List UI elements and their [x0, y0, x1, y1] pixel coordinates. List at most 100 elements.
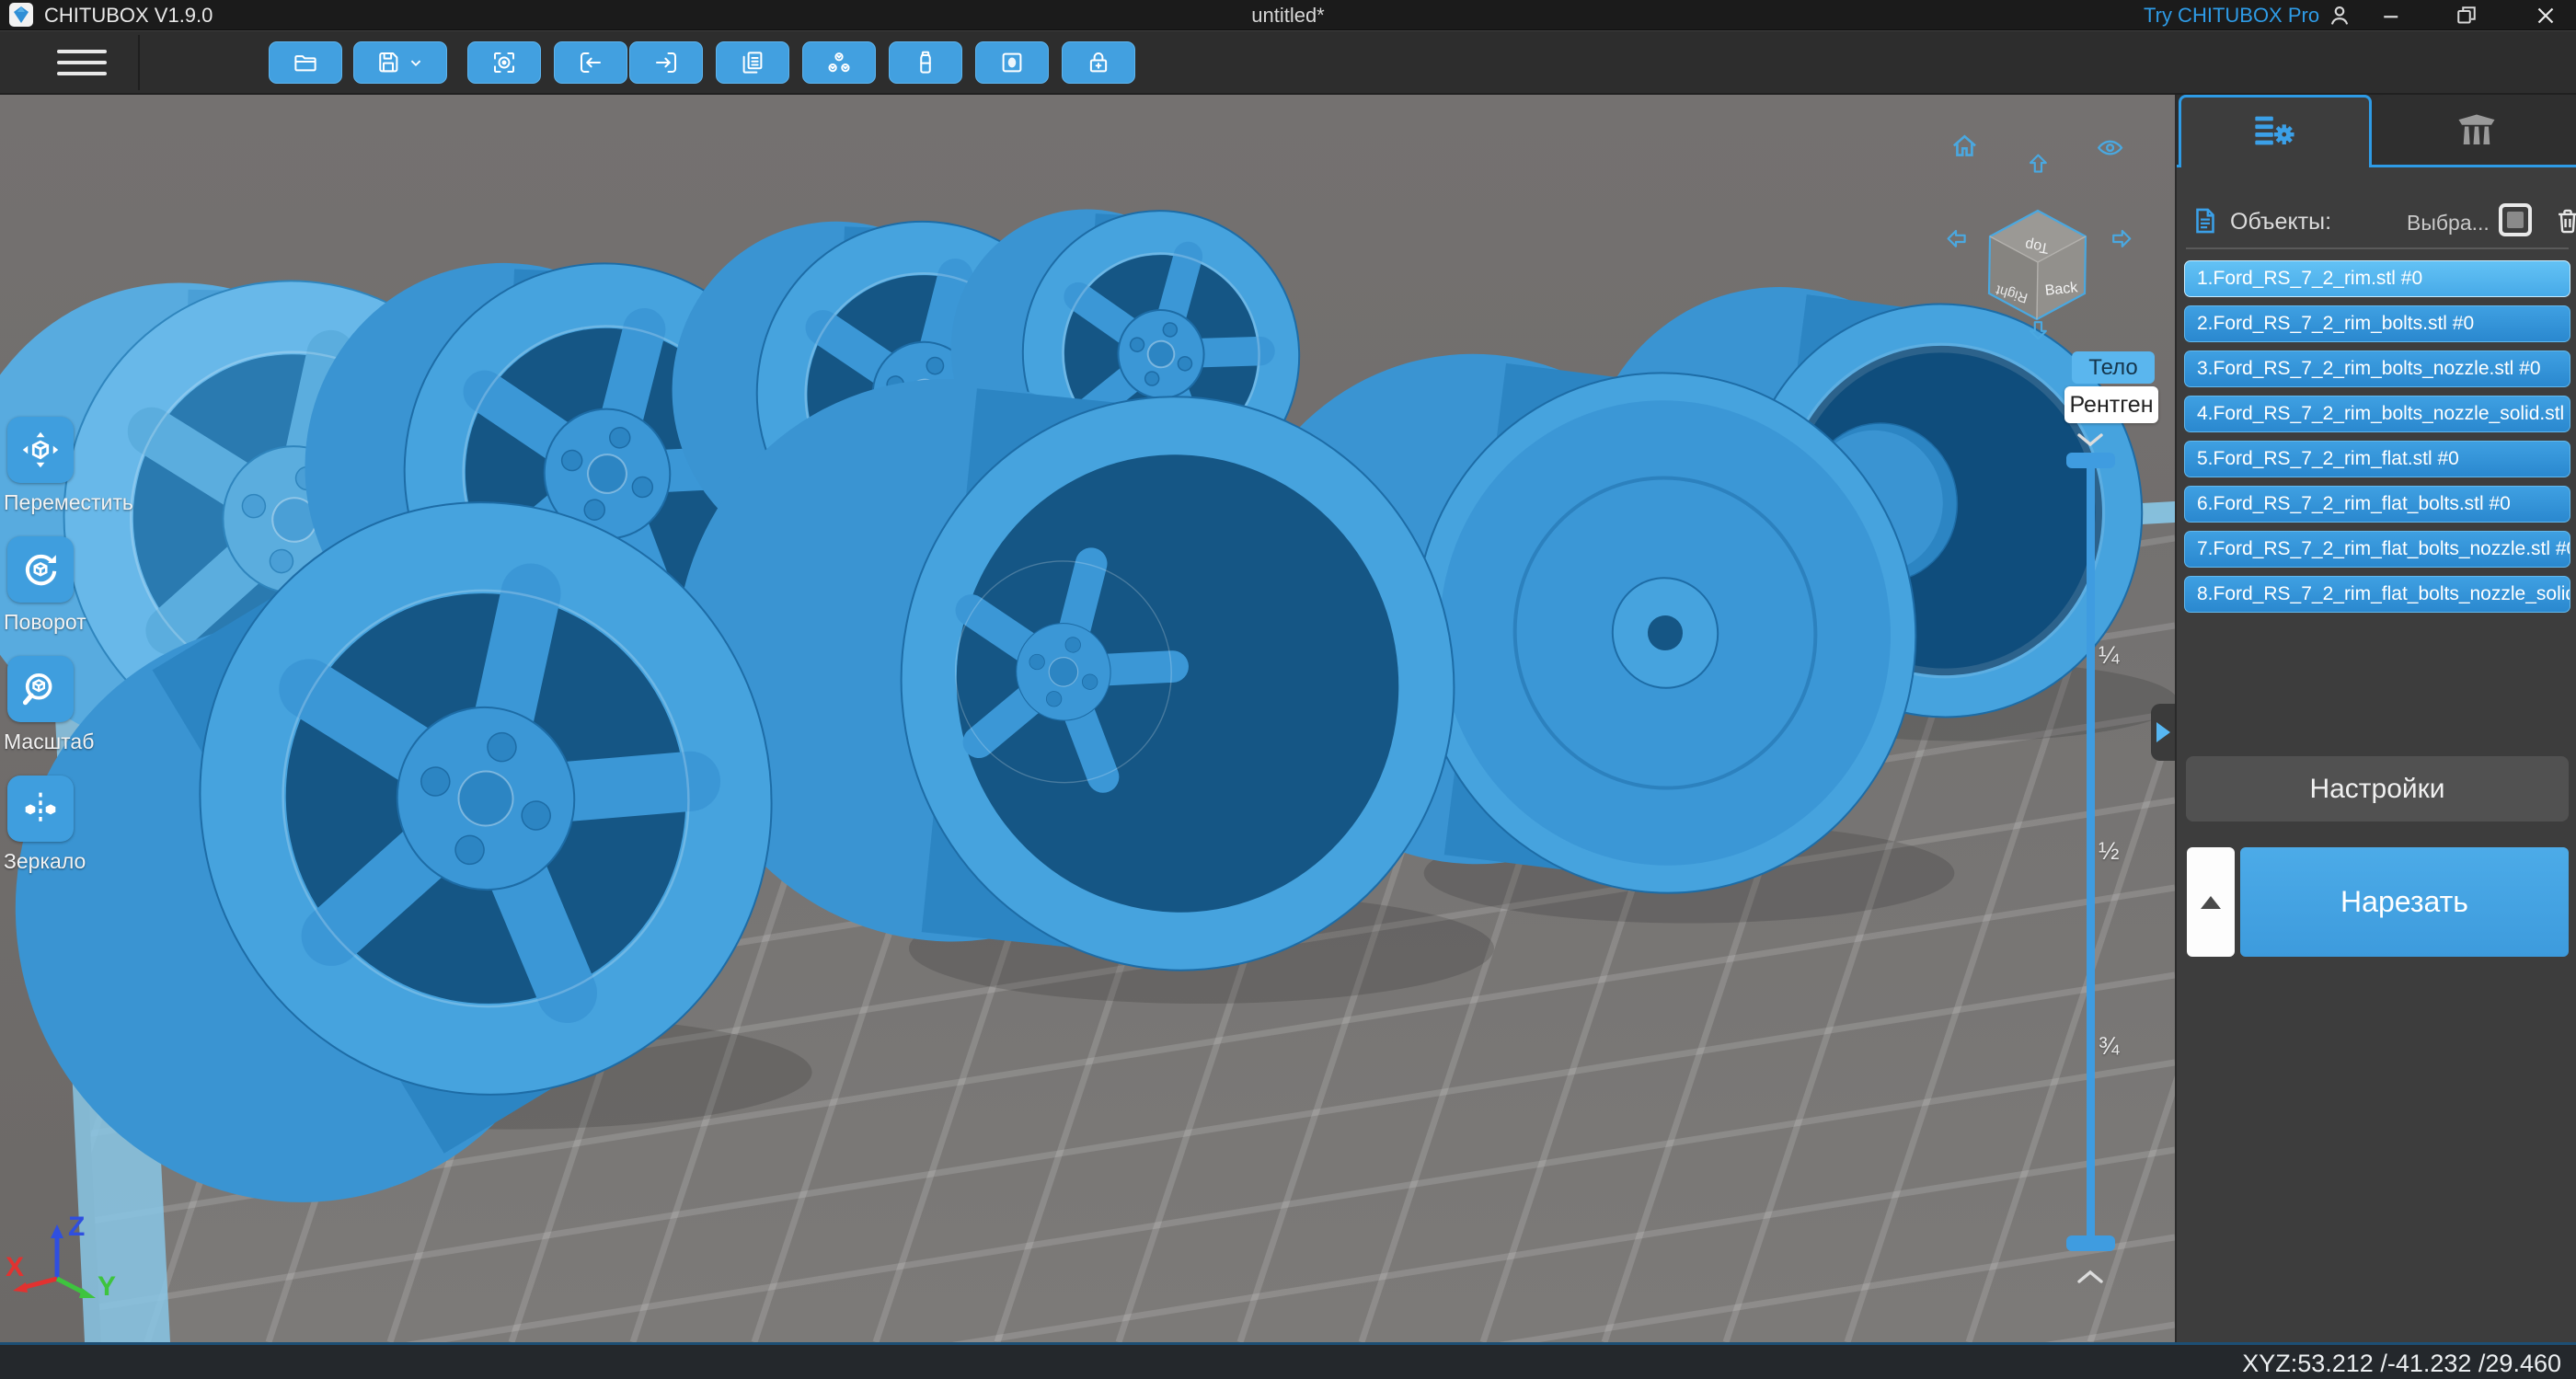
open-file-icon	[294, 55, 316, 72]
chevron-right-icon	[2156, 722, 2170, 742]
toolbar-button-resin-bottle[interactable]	[889, 41, 962, 84]
tab-print-settings[interactable]	[2179, 95, 2372, 167]
slider-mark-quarter: ¼	[2099, 641, 2120, 669]
toolbar-button-save[interactable]	[353, 41, 447, 84]
slider-mark-three-quarter: ¾	[2099, 1032, 2120, 1060]
checkbox-fill	[2507, 212, 2524, 228]
cursor-coordinates: XYZ:53.212 /-41.232 /29.460	[2242, 1350, 2561, 1377]
account-icon[interactable]	[2326, 2, 2353, 29]
tool-rotate: Поворот	[4, 536, 142, 635]
toolbar-button-undo[interactable]	[554, 41, 627, 84]
axis-label-y: Y	[98, 1271, 116, 1302]
menu-hamburger-icon[interactable]	[57, 42, 107, 79]
tab-supports[interactable]	[2375, 95, 2576, 165]
objects-header: Объекты: Выбра...	[2177, 198, 2576, 246]
tool-label: Поворот	[4, 610, 86, 634]
object-list-item[interactable]: 1.Ford_RS_7_2_rim.stl #0	[2184, 260, 2570, 297]
rotate-down-arrow-icon[interactable]	[2029, 321, 2047, 340]
delete-trash-icon[interactable]	[2552, 205, 2576, 236]
object-list-item[interactable]: 3.Ford_RS_7_2_rim_bolts_nozzle.stl #0	[2184, 350, 2570, 387]
axis-label-z: Z	[68, 1212, 85, 1242]
mirror-icon	[25, 792, 56, 825]
slider-step-up-icon[interactable]	[2076, 430, 2105, 450]
app-title: CHITUBOX V1.9.0	[44, 4, 213, 27]
view-cube-widget[interactable]: Top Right Back	[1941, 128, 2138, 345]
auto-layout-icon	[828, 52, 850, 73]
document-icon	[2196, 208, 2214, 234]
settings-list-icon	[2255, 116, 2294, 145]
redo-icon	[656, 52, 676, 73]
object-list-item[interactable]: 8.Ford_RS_7_2_rim_flat_bolts_nozzle_soli…	[2184, 576, 2570, 613]
toolbar-button-redo[interactable]	[629, 41, 703, 84]
tool-move: Переместить	[4, 417, 142, 515]
object-list-item[interactable]: 4.Ford_RS_7_2_rim_bolts_nozzle_solid.stl…	[2184, 396, 2570, 432]
render-mode-body-button[interactable]: Тело	[2072, 351, 2155, 384]
object-list-item[interactable]: 6.Ford_RS_7_2_rim_flat_bolts.stl #0	[2184, 486, 2570, 523]
toolbar-divider	[138, 35, 140, 90]
chevron-down-icon[interactable]	[406, 52, 426, 73]
lock-icon	[1089, 52, 1108, 73]
tank-icon	[1002, 52, 1022, 73]
toolbar-button-auto-layout[interactable]	[802, 41, 876, 84]
resin-bottle-icon	[920, 51, 931, 74]
object-list: 1.Ford_RS_7_2_rim.stl #0 2.Ford_RS_7_2_ri…	[2184, 260, 2570, 621]
build-plate-scene: Z X Y	[0, 95, 2175, 1342]
settings-button[interactable]: Настройки	[2186, 756, 2569, 822]
save-icon	[379, 52, 398, 73]
tool-button-scale[interactable]	[7, 656, 74, 722]
render-mode-xray-button[interactable]: Рентген	[2064, 386, 2158, 423]
slider-bottom-handle[interactable]	[2066, 1235, 2115, 1251]
title-bar: CHITUBOX V1.9.0 untitled* Try CHITUBOX P…	[0, 0, 2576, 30]
try-pro-link[interactable]: Try CHITUBOX Pro	[2144, 4, 2319, 28]
toolbar-button-capture[interactable]	[467, 41, 541, 84]
copy-icon	[742, 52, 763, 74]
capture-icon	[494, 52, 514, 73]
status-bar: XYZ:53.212 /-41.232 /29.460	[0, 1342, 2576, 1379]
tool-mirror: Зеркало	[4, 776, 142, 874]
rotate-up-arrow-icon[interactable]	[2029, 154, 2047, 173]
tool-label: Переместить	[4, 490, 133, 514]
toolbar-button-tank[interactable]	[975, 41, 1049, 84]
view-cube[interactable]: Top Right Back	[1987, 209, 2087, 321]
tool-button-mirror[interactable]	[7, 776, 74, 842]
rotate-icon	[25, 554, 57, 586]
triangle-up-icon	[2201, 895, 2221, 909]
slice-options-button[interactable]	[2187, 847, 2235, 957]
close-button[interactable]	[2532, 2, 2559, 29]
select-all-label: Выбра...	[2407, 211, 2490, 235]
app-logo-icon	[9, 3, 33, 27]
toolbar-button-lock[interactable]	[1062, 41, 1135, 84]
slider-step-down-icon[interactable]	[2076, 1267, 2105, 1287]
slice-button[interactable]: Нарезать	[2240, 847, 2569, 957]
toolbar-button-open-file[interactable]	[269, 41, 342, 84]
right-panel: Объекты: Выбра... 1.Ford_RS_7_2_rim.stl …	[2175, 95, 2576, 1342]
toolbar-button-copy[interactable]	[716, 41, 789, 84]
tool-scale: Масштаб	[4, 656, 142, 754]
minimize-button[interactable]	[2378, 2, 2406, 29]
restore-button[interactable]	[2453, 2, 2480, 29]
tool-label: Масштаб	[4, 730, 95, 753]
layer-preview-slider[interactable]	[2087, 458, 2095, 1242]
object-list-item[interactable]: 5.Ford_RS_7_2_rim_flat.stl #0	[2184, 441, 2570, 477]
objects-separator	[2186, 247, 2569, 249]
panel-tab-strip	[2177, 95, 2576, 167]
object-list-item[interactable]: 7.Ford_RS_7_2_rim_flat_bolts_nozzle.stl …	[2184, 531, 2570, 568]
panel-collapse-handle[interactable]	[2151, 704, 2175, 761]
supports-icon	[2458, 114, 2495, 145]
move-icon	[22, 431, 59, 468]
rotate-left-arrow-icon[interactable]	[1947, 229, 1966, 247]
viewport-3d[interactable]: ZXY Переместить Поворот Масштаб Зеркало T	[0, 95, 2175, 1342]
select-all-checkbox[interactable]	[2499, 203, 2532, 236]
home-view-icon[interactable]	[1952, 134, 1976, 156]
tool-button-move[interactable]	[7, 417, 74, 483]
tool-label: Зеркало	[4, 849, 86, 873]
tool-button-rotate[interactable]	[7, 536, 74, 603]
scale-icon	[22, 672, 52, 706]
perspective-eye-icon[interactable]	[2097, 140, 2123, 155]
axis-label-x: X	[6, 1252, 24, 1282]
object-list-item[interactable]: 2.Ford_RS_7_2_rim_bolts.stl #0	[2184, 305, 2570, 342]
main-toolbar	[0, 31, 2576, 95]
slider-top-handle[interactable]	[2066, 453, 2115, 468]
rotate-right-arrow-icon[interactable]	[2112, 229, 2132, 247]
objects-label: Объекты:	[2230, 209, 2332, 235]
